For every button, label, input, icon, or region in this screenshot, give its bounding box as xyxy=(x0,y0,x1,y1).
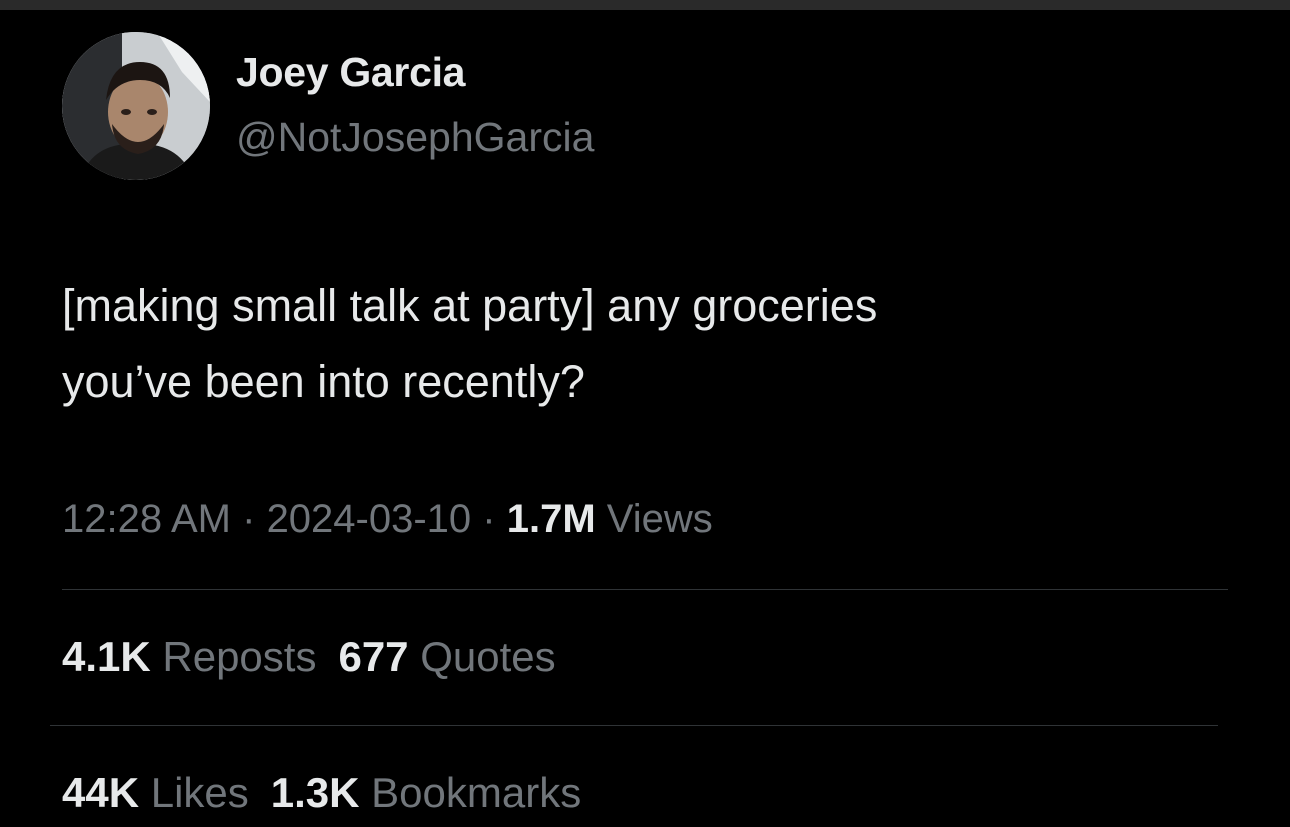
stats-row-saves: 44K Likes 1.3K Bookmarks xyxy=(62,769,603,817)
bookmarks-label: Bookmarks xyxy=(359,769,582,816)
quotes-stat[interactable]: 677 Quotes xyxy=(338,633,555,680)
tweet-date[interactable]: 2024-03-10 xyxy=(267,497,472,541)
views-count: 1.7M xyxy=(506,497,596,541)
bookmarks-count: 1.3K xyxy=(270,769,360,816)
author-handle[interactable]: @NotJosephGarcia xyxy=(236,114,594,161)
tweet-meta: 12:28 AM · 2024-03-10 · 1.7M Views xyxy=(62,497,713,542)
avatar-photo xyxy=(62,32,210,180)
divider xyxy=(62,589,1228,590)
author-display-name[interactable]: Joey Garcia xyxy=(236,49,465,96)
quotes-count: 677 xyxy=(338,633,409,680)
bookmarks-stat[interactable]: 1.3K Bookmarks xyxy=(271,769,581,816)
quotes-label: Quotes xyxy=(408,633,556,680)
likes-count: 44K xyxy=(62,769,140,816)
reposts-stat[interactable]: 4.1K Reposts xyxy=(62,633,316,680)
tweet-time[interactable]: 12:28 AM xyxy=(62,497,231,541)
tweet-text-line-1: [making small talk at party] any groceri… xyxy=(62,280,878,331)
divider xyxy=(50,725,1218,726)
tweet-text-line-2: you’ve been into recently? xyxy=(62,356,585,407)
likes-stat[interactable]: 44K Likes xyxy=(62,769,249,816)
avatar[interactable] xyxy=(62,32,210,180)
tweet-text: [making small talk at party] any groceri… xyxy=(62,268,1212,420)
likes-label: Likes xyxy=(139,769,249,816)
meta-separator-2: · xyxy=(471,497,507,541)
window-top-strip xyxy=(0,0,1290,10)
views-label: Views xyxy=(595,497,713,541)
reposts-count: 4.1K xyxy=(62,633,151,680)
meta-separator-1: · xyxy=(231,497,267,541)
stats-row-engagement: 4.1K Reposts 677 Quotes xyxy=(62,633,578,681)
reposts-label: Reposts xyxy=(150,633,317,680)
